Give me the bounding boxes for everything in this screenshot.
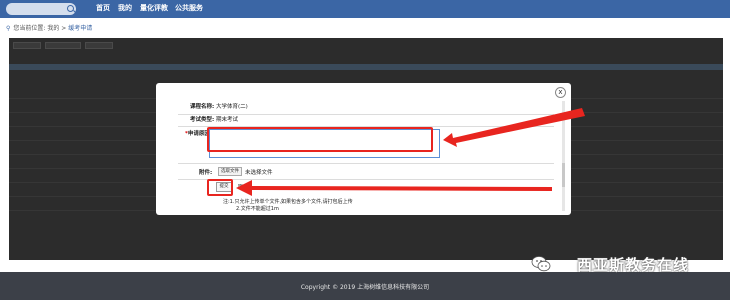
- exam-type-row: 考试类型: 期末考试: [190, 117, 238, 124]
- course-name-row: 课程名称: 大学体育(二): [190, 104, 248, 111]
- background-tab: [45, 42, 81, 49]
- course-name-label: 课程名称:: [190, 104, 215, 110]
- breadcrumb-parent[interactable]: 我的: [47, 25, 59, 32]
- background-tab: [85, 42, 113, 49]
- highlight-reason-box: [207, 127, 433, 152]
- watermark: 西亚斯教务在线: [531, 252, 721, 276]
- nav-item-mine[interactable]: 我的: [118, 4, 132, 13]
- divider: [178, 114, 554, 115]
- divider: [178, 163, 554, 164]
- exam-type-value: 期末考试: [215, 117, 238, 123]
- close-button[interactable]: x: [555, 87, 566, 98]
- nav-item-public-services[interactable]: 公共服务: [175, 4, 203, 13]
- highlight-submit-box: [207, 179, 233, 196]
- breadcrumb: ⚲ 您当前位置: 我的 > 缓考申请: [6, 25, 92, 33]
- top-nav-bar: 首页 我的 量化评教 公共服务: [0, 0, 730, 18]
- scrollbar-track[interactable]: [562, 101, 565, 211]
- location-pin-icon: ⚲: [6, 25, 11, 32]
- watermark-text: 西亚斯教务在线: [577, 256, 690, 274]
- choose-file-button[interactable]: 选取文件: [218, 167, 242, 176]
- upload-note-2: 2.文件不能超过1m: [236, 206, 279, 212]
- copyright-text: Copyright © 2019 上海树维信息科技有限公司: [300, 284, 430, 291]
- breadcrumb-current: 缓考申请: [68, 25, 93, 32]
- course-name-value: 大学体育(二): [215, 104, 248, 110]
- cancel-button[interactable]: 取消: [238, 183, 249, 191]
- no-file-text: 未选择文件: [245, 170, 273, 176]
- breadcrumb-prefix: 您当前位置:: [13, 25, 46, 32]
- background-tab-strip: [9, 64, 723, 70]
- divider: [178, 179, 554, 180]
- attachment-label: 附件:: [199, 170, 213, 176]
- search-input[interactable]: [6, 3, 76, 15]
- scrollbar-thumb[interactable]: [562, 163, 565, 187]
- breadcrumb-separator: >: [61, 25, 67, 32]
- nav-item-home[interactable]: 首页: [96, 4, 110, 13]
- exam-type-label: 考试类型:: [190, 117, 215, 123]
- upload-note-1: 注:1.只允许上传单个文件,如果包含多个文件,请打包后上传: [223, 199, 353, 205]
- wechat-icon: [531, 256, 551, 272]
- background-tab: [13, 42, 41, 49]
- nav-item-teaching-evaluation[interactable]: 量化评教: [140, 4, 168, 13]
- search-icon[interactable]: [67, 5, 74, 12]
